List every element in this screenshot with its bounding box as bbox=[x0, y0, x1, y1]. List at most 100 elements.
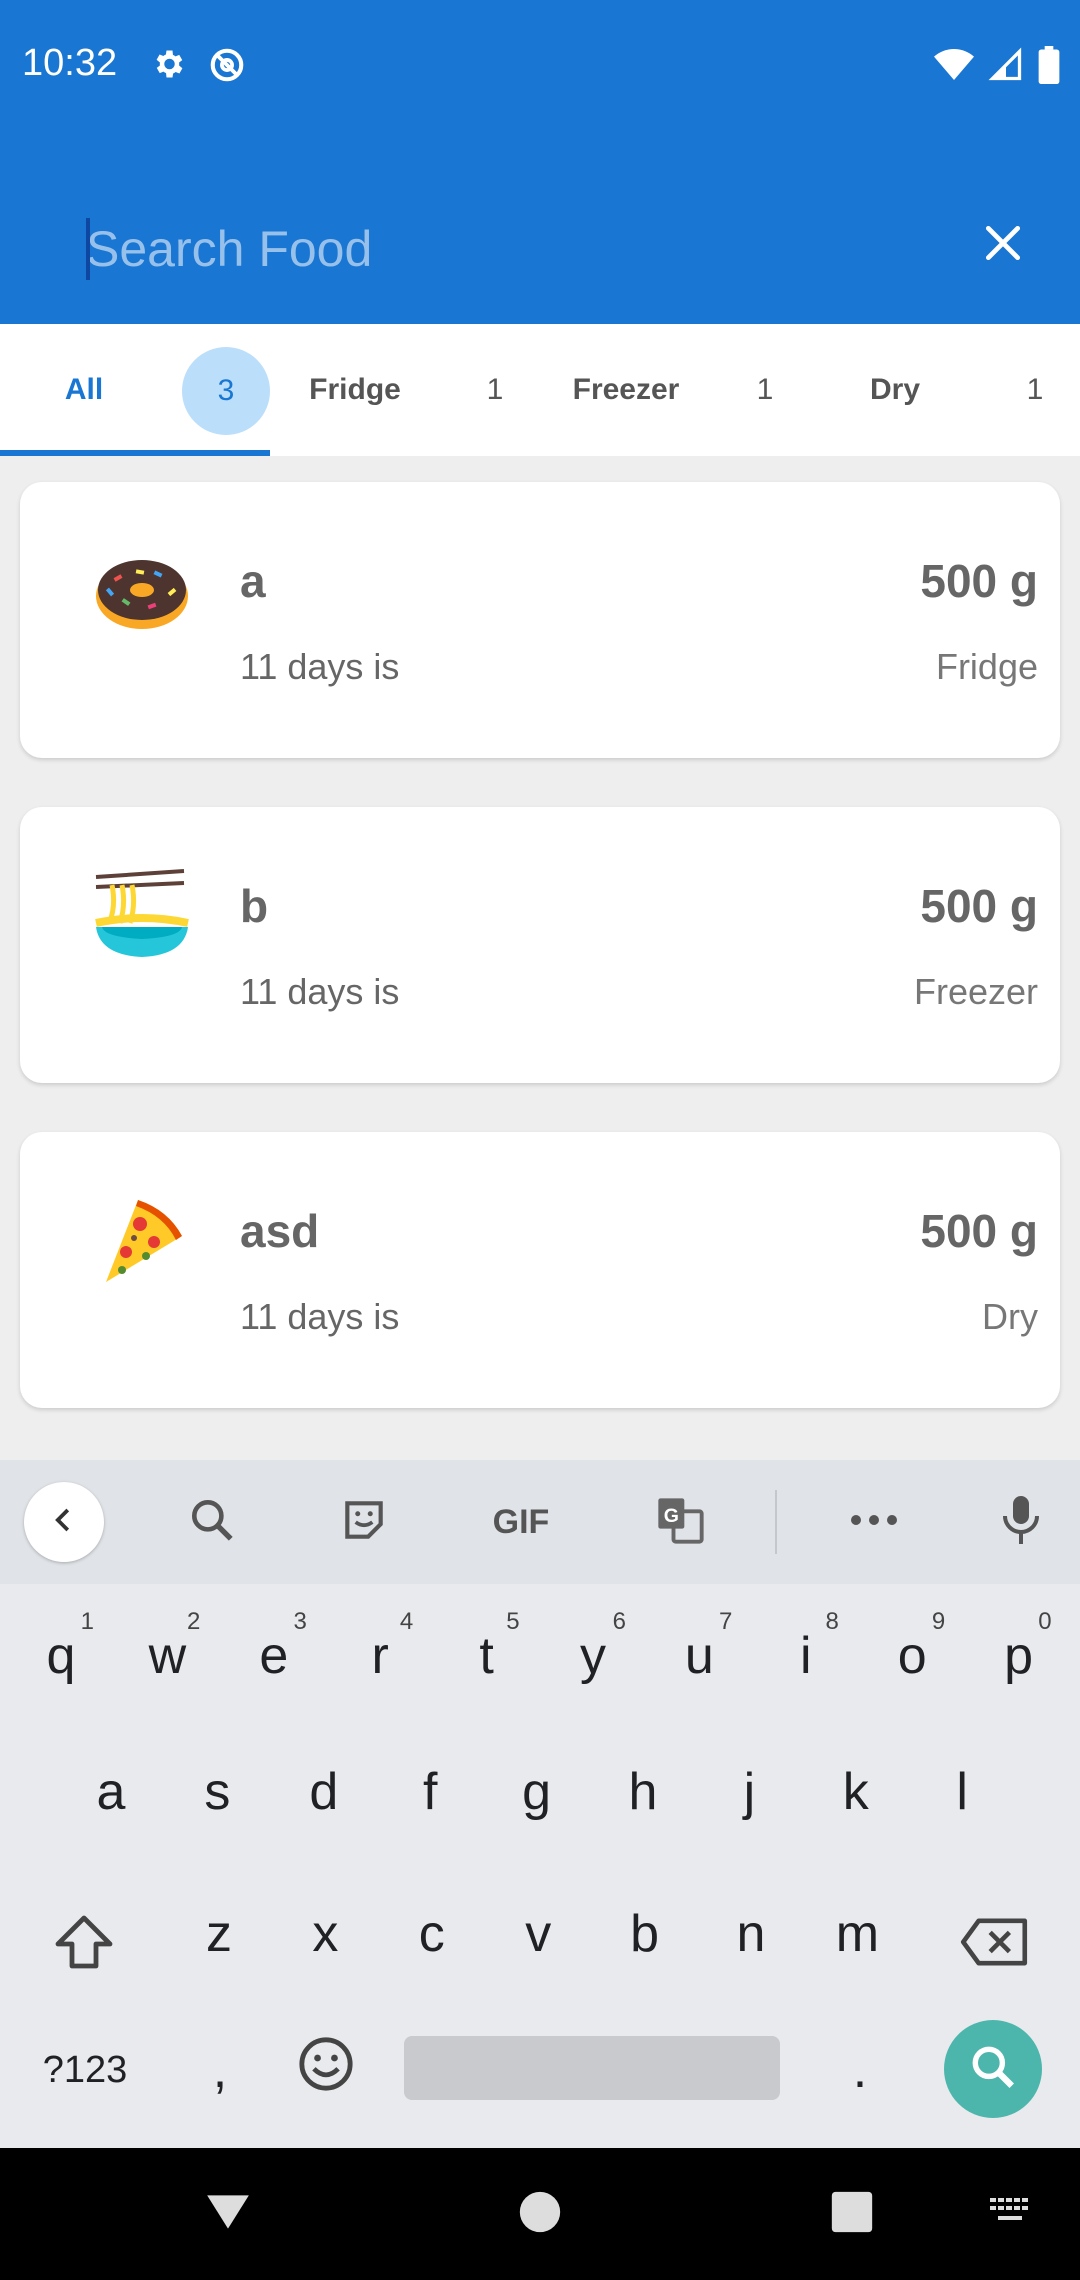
mic-button[interactable] bbox=[986, 1482, 1056, 1562]
tab-fridge[interactable]: Fridge bbox=[276, 324, 434, 456]
food-item-card[interactable]: asd 500 g 11 days is Dry bbox=[20, 1132, 1060, 1408]
key-s[interactable]: s bbox=[164, 1742, 270, 1842]
nav-recents-button[interactable] bbox=[820, 2182, 884, 2246]
key-hint: 0 bbox=[1038, 1608, 1052, 1635]
comma-key[interactable]: , bbox=[180, 2020, 260, 2120]
period-key[interactable]: . bbox=[820, 2020, 900, 2120]
item-quantity: 500 g bbox=[920, 880, 1038, 932]
key-w[interactable]: w2 bbox=[114, 1606, 220, 1706]
tab-count: 1 bbox=[486, 373, 504, 406]
space-key[interactable] bbox=[404, 2036, 780, 2100]
key-h[interactable]: h bbox=[590, 1742, 696, 1842]
key-z[interactable]: z bbox=[166, 1884, 272, 1984]
keyboard-search-action[interactable] bbox=[944, 2020, 1042, 2118]
key-label: w bbox=[148, 1627, 187, 1685]
signal-icon bbox=[988, 47, 1024, 88]
key-n[interactable]: n bbox=[698, 1884, 804, 1984]
symbols-key[interactable]: ?123 bbox=[20, 2020, 150, 2120]
tab-dry[interactable]: Dry bbox=[820, 324, 970, 456]
item-location: Fridge bbox=[935, 646, 1038, 687]
tab-label: Dry bbox=[869, 373, 921, 406]
key-r[interactable]: r4 bbox=[327, 1606, 433, 1706]
key-a[interactable]: a bbox=[58, 1742, 164, 1842]
key-x[interactable]: x bbox=[272, 1884, 378, 1984]
pizza-icon bbox=[92, 1190, 192, 1290]
key-hint: 6 bbox=[612, 1608, 626, 1635]
tab-label: Freezer bbox=[572, 373, 680, 406]
item-days: 11 days is bbox=[240, 971, 400, 1012]
key-e[interactable]: e3 bbox=[221, 1606, 327, 1706]
translate-button[interactable]: G bbox=[640, 1482, 720, 1562]
wifi-icon bbox=[934, 48, 974, 87]
key-b[interactable]: b bbox=[592, 1884, 698, 1984]
item-days: 11 days is bbox=[240, 1296, 400, 1337]
mic-icon bbox=[1001, 1494, 1041, 1551]
tab-all[interactable]: All bbox=[0, 324, 168, 456]
key-u[interactable]: u7 bbox=[646, 1606, 752, 1706]
nav-home-button[interactable] bbox=[508, 2182, 572, 2246]
key-j[interactable]: j bbox=[696, 1742, 802, 1842]
key-label: y bbox=[580, 1627, 606, 1685]
square-icon bbox=[830, 2190, 874, 2239]
toolbar-divider bbox=[775, 1490, 777, 1554]
key-f[interactable]: f bbox=[377, 1742, 483, 1842]
key-hint: 1 bbox=[80, 1608, 94, 1635]
food-item-card[interactable]: a 500 g 11 days is Fridge bbox=[20, 482, 1060, 758]
nav-back-button[interactable] bbox=[196, 2182, 260, 2246]
keyboard-search-button[interactable] bbox=[172, 1482, 252, 1562]
key-hint: 3 bbox=[293, 1608, 307, 1635]
search-icon bbox=[968, 2042, 1018, 2097]
key-label: o bbox=[897, 1627, 927, 1685]
key-k[interactable]: k bbox=[803, 1742, 909, 1842]
item-location: Dry bbox=[982, 1296, 1038, 1337]
gif-button[interactable]: GIF bbox=[476, 1482, 566, 1562]
search-input[interactable] bbox=[86, 214, 906, 284]
status-time: 10:32 bbox=[22, 42, 118, 84]
key-v[interactable]: v bbox=[485, 1884, 591, 1984]
emoji-key[interactable] bbox=[278, 2020, 374, 2120]
key-d[interactable]: d bbox=[271, 1742, 377, 1842]
key-hint: 8 bbox=[825, 1608, 839, 1635]
key-g[interactable]: g bbox=[484, 1742, 590, 1842]
keyboard-toolbar: GIF G bbox=[0, 1460, 1080, 1584]
key-p[interactable]: p0 bbox=[966, 1606, 1072, 1706]
key-o[interactable]: o9 bbox=[859, 1606, 965, 1706]
key-y[interactable]: y6 bbox=[540, 1606, 646, 1706]
close-icon bbox=[981, 221, 1025, 270]
backspace-key[interactable] bbox=[934, 1898, 1054, 1998]
sticker-icon bbox=[339, 1495, 389, 1550]
item-location: Freezer bbox=[913, 971, 1038, 1012]
item-quantity: 500 g bbox=[920, 1205, 1038, 1257]
backspace-icon bbox=[959, 1917, 1029, 1980]
tab-count: 1 bbox=[756, 373, 774, 406]
storage-tabs: All 3 Fridge 1 Freezer 1 Dry 1 bbox=[0, 324, 1080, 456]
key-m[interactable]: m bbox=[804, 1884, 910, 1984]
key-t[interactable]: t5 bbox=[434, 1606, 540, 1706]
tab-label: All bbox=[64, 373, 104, 406]
key-label: e bbox=[259, 1627, 289, 1685]
item-days: 11 days is bbox=[240, 646, 400, 687]
key-i[interactable]: i8 bbox=[753, 1606, 859, 1706]
svg-text:G: G bbox=[664, 1505, 679, 1527]
food-item-card[interactable]: b 500 g 11 days is Freezer bbox=[20, 807, 1060, 1083]
gear-icon bbox=[150, 46, 186, 89]
more-icon bbox=[848, 1513, 900, 1532]
shift-key[interactable] bbox=[24, 1898, 144, 1998]
sticker-button[interactable] bbox=[324, 1482, 404, 1562]
key-c[interactable]: c bbox=[379, 1884, 485, 1984]
search-icon bbox=[187, 1495, 237, 1550]
emoji-icon bbox=[297, 2035, 355, 2106]
key-l[interactable]: l bbox=[909, 1742, 1015, 1842]
battery-icon bbox=[1038, 46, 1060, 89]
app-screen: 10:32 Search Food All 3 Fridge 1 Freezer… bbox=[0, 0, 1080, 2280]
tab-freezer[interactable]: Freezer bbox=[546, 324, 706, 456]
more-button[interactable] bbox=[834, 1482, 914, 1562]
item-name: b bbox=[240, 880, 269, 932]
key-q[interactable]: q1 bbox=[8, 1606, 114, 1706]
keyboard-switch-button[interactable] bbox=[980, 2182, 1044, 2246]
key-label: r bbox=[371, 1627, 389, 1685]
keyboard-back-button[interactable] bbox=[24, 1482, 104, 1562]
clear-search-button[interactable] bbox=[970, 212, 1036, 278]
key-hint: 7 bbox=[719, 1608, 733, 1635]
keyboard-icon bbox=[990, 2197, 1034, 2231]
